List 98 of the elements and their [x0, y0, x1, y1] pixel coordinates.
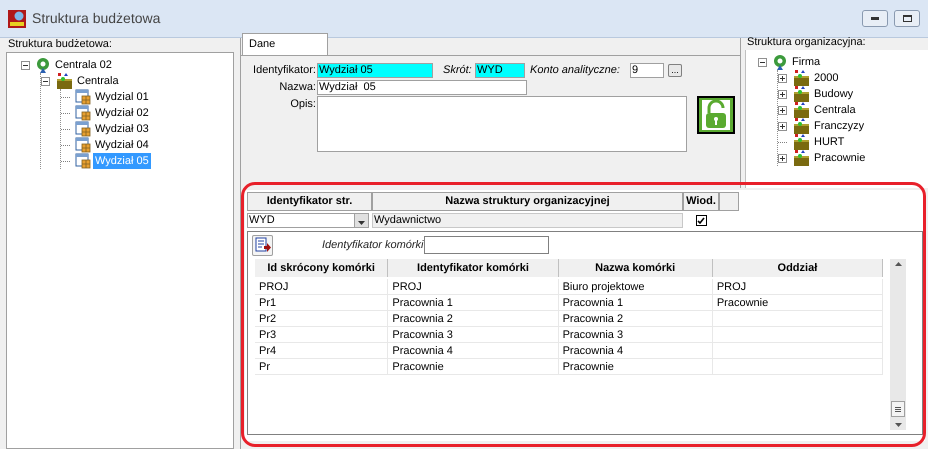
table-cell: Biuro projektowe [562, 281, 644, 293]
tree-item[interactable]: Wydział 04 [93, 137, 151, 153]
box-icon [792, 150, 810, 166]
column-header[interactable]: Wiod. [683, 192, 719, 211]
box-icon [55, 73, 73, 89]
tree-item[interactable]: Firma [790, 54, 822, 70]
table-cell: Pr [259, 361, 270, 373]
panel-label: Struktura organizacyjna: [746, 35, 867, 50]
minimize-icon [871, 17, 879, 20]
list-arrow-icon [254, 237, 270, 253]
table-cell: Pracownia 4 [392, 345, 453, 357]
lock-button[interactable] [697, 96, 735, 134]
field-label: Konto analityczne: [530, 62, 621, 78]
expand-icon[interactable] [778, 90, 787, 98]
field-label: Identyfikator komórki [322, 238, 424, 253]
column-header[interactable]: Nazwa komórki [558, 259, 713, 277]
table-cell: Pr1 [259, 297, 276, 309]
table-cell: Pr4 [259, 345, 276, 357]
text-area[interactable] [317, 96, 687, 152]
window-grid-icon [75, 137, 91, 153]
window-title: Struktura budżetowa [32, 9, 160, 28]
input-field[interactable]: WYD [475, 62, 525, 78]
expand-icon[interactable] [778, 106, 787, 114]
table-cell: Pracownia 2 [562, 313, 624, 325]
table-cell: Pracownia 1 [392, 297, 453, 309]
panel-label: Struktura budżetowa: [7, 37, 113, 52]
table-cell: Pracownia 3 [562, 329, 624, 341]
column-header[interactable]: Id skrócony komórki [255, 259, 388, 277]
export-button[interactable] [252, 234, 273, 256]
tree-item[interactable]: Budowy [812, 86, 856, 102]
table-cell: Pr3 [259, 329, 276, 341]
tree-item[interactable]: Franczyzy [812, 118, 866, 134]
minimize-button[interactable] [862, 10, 888, 27]
maximize-icon [902, 15, 912, 22]
column-header[interactable]: Identyfikator komórki [388, 259, 559, 277]
tree-item[interactable]: HURT [812, 134, 846, 150]
globe-icon [772, 54, 788, 70]
column-header[interactable]: Identyfikator str. [247, 192, 372, 211]
field-label: Identyfikator: [252, 62, 317, 78]
input-field[interactable]: Wydział 05 [317, 80, 527, 94]
tree-item[interactable]: Centrala [75, 73, 121, 89]
collapse-icon[interactable] [41, 76, 50, 86]
box-icon [792, 86, 810, 102]
scroll-down-icon[interactable] [894, 423, 902, 427]
window-grid-icon [75, 121, 91, 137]
tree-item[interactable]: Wydzial 01 [93, 89, 151, 105]
field-label: Nazwa: [278, 80, 317, 95]
tree-item[interactable]: 2000 [812, 70, 840, 86]
table-cell: Pracownia 2 [392, 313, 453, 325]
expand-icon[interactable] [778, 154, 787, 162]
box-icon [792, 134, 810, 150]
globe-icon [35, 57, 51, 73]
collapse-icon[interactable] [758, 58, 767, 66]
table-cell: Pracownia 1 [562, 297, 624, 309]
tree-item[interactable]: Centrala [812, 102, 858, 118]
tab[interactable]: Dane [242, 33, 328, 55]
field-label: Skrót: [443, 62, 471, 78]
caret-icon [358, 221, 365, 225]
table-cell: Pracownie [716, 297, 768, 309]
tree-item[interactable]: Centrala 02 [53, 57, 114, 73]
box-icon [792, 118, 810, 134]
dropdown[interactable]: WYD [247, 213, 369, 228]
table-cell: PROJ [392, 281, 422, 293]
tree-item[interactable]: Pracownie [812, 150, 868, 166]
maximize-button[interactable] [894, 10, 920, 27]
input-field[interactable] [424, 236, 550, 254]
app-icon [8, 10, 26, 28]
table-cell: Pracownia 3 [392, 329, 453, 341]
table-cell: Pracownia 4 [562, 345, 624, 357]
box-icon [792, 70, 810, 86]
browse-button[interactable]: ... [668, 64, 682, 76]
scrollbar[interactable] [890, 259, 906, 430]
collapse-icon[interactable] [21, 60, 30, 70]
column-header[interactable]: Nazwa struktury organizacyjnej [372, 192, 683, 211]
table-cell: PROJ [259, 281, 288, 293]
window-grid-icon [75, 105, 91, 121]
padlock-icon [702, 100, 730, 130]
dropdown-value: WYD [248, 214, 275, 227]
scroll-up-icon[interactable] [894, 262, 902, 266]
table-cell: PROJ [716, 281, 746, 293]
tree-item[interactable]: Wydział 02 [93, 105, 151, 121]
column-header[interactable]: Oddział [712, 259, 883, 277]
box-icon [792, 102, 810, 118]
table-cell: Pr2 [259, 313, 276, 325]
table-cell: Pracownie [562, 361, 614, 373]
table-cell: Pracownie [392, 361, 444, 373]
tree-item[interactable]: Wydział 03 [93, 121, 151, 137]
grip-icon [895, 406, 901, 412]
window-grid-icon [75, 89, 91, 105]
expand-icon[interactable] [778, 74, 787, 82]
expand-icon[interactable] [778, 122, 787, 130]
table-cell: Wydawnictwo [372, 213, 683, 228]
window-grid-icon [75, 153, 91, 169]
field-label: Opis: [289, 97, 317, 112]
input-field[interactable]: Wydział 05 [317, 62, 433, 78]
checkbox[interactable] [696, 215, 706, 226]
scroll-thumb[interactable] [891, 401, 905, 417]
input-field[interactable]: 9 [630, 62, 664, 78]
